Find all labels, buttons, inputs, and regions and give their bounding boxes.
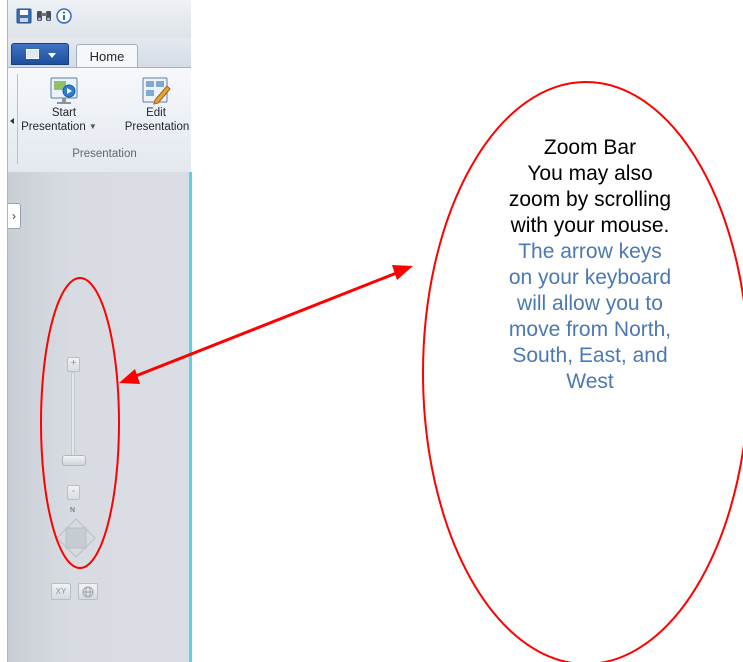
callout-line-3: with your mouse. xyxy=(510,214,670,237)
callout-arrow-line xyxy=(127,268,405,381)
callout-title: Zoom Bar xyxy=(543,136,637,159)
callout-blue-line-1: The arrow keys xyxy=(518,240,662,263)
arrowhead-left-icon xyxy=(119,369,140,384)
callout-text: Zoom Bar You may also zoom by scrolling … xyxy=(455,135,725,395)
callout-blue-line-5: South, East, and xyxy=(512,344,668,367)
callout-blue-line-2: on your keyboard xyxy=(508,266,672,289)
callout-line-2: zoom by scrolling xyxy=(508,188,672,211)
callout-blue-line-6: West xyxy=(566,370,614,393)
callout-line-1: You may also xyxy=(527,162,653,185)
zoom-bar-highlight-ellipse xyxy=(40,277,120,569)
callout-blue-line-4: move from North, xyxy=(508,318,672,341)
arrowhead-right-icon xyxy=(392,265,413,280)
callout-blue-line-3: will allow you to xyxy=(517,292,663,315)
